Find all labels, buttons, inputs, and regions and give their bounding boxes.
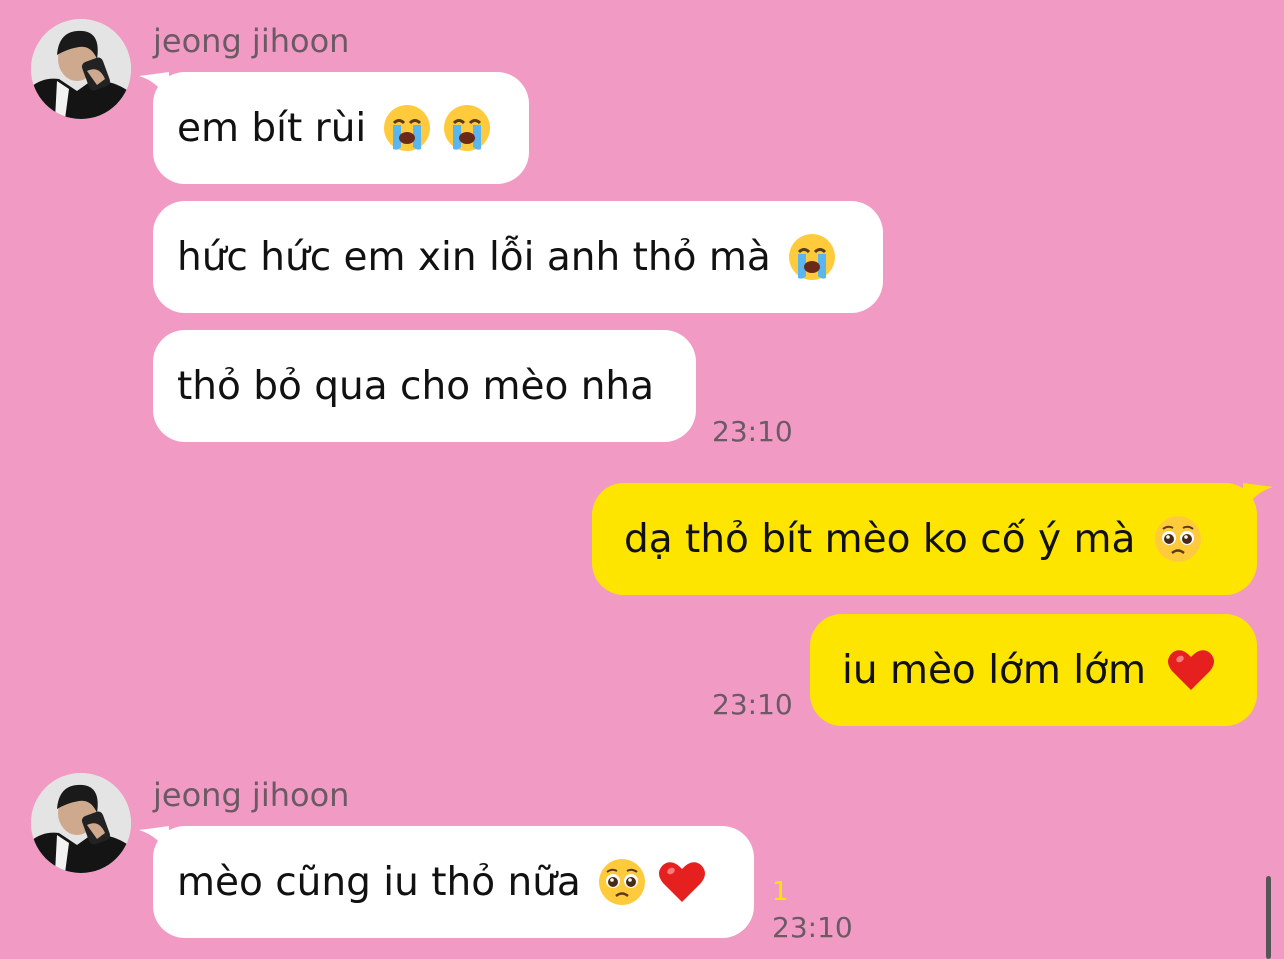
message-text: hức hức em xin lỗi anh thỏ mà — [177, 234, 771, 280]
red-heart-icon — [1166, 645, 1216, 695]
sender-name: jeong jihoon — [153, 776, 350, 814]
avatar[interactable] — [31, 19, 131, 119]
chat-area: jeong jihoon em bít rùi hức hức em xin l… — [0, 0, 1284, 959]
avatar[interactable] — [31, 773, 131, 873]
message-timestamp: 23:10 — [712, 688, 793, 721]
loudly-crying-face-icon — [382, 103, 432, 153]
message-text: dạ thỏ bít mèo ko cố ý mà — [624, 516, 1136, 562]
message-timestamp: 23:10 — [712, 415, 793, 448]
message-text: em bít rùi — [177, 105, 367, 151]
pleading-face-icon — [1153, 514, 1203, 564]
sender-name: jeong jihoon — [153, 22, 350, 60]
message-text: mèo cũng iu thỏ nữa — [177, 859, 581, 905]
pleading-face-icon — [597, 857, 647, 907]
message-bubble[interactable]: dạ thỏ bít mèo ko cố ý mà — [592, 483, 1273, 595]
unread-count: 1 — [772, 877, 789, 907]
message-timestamp: 23:10 — [772, 911, 853, 944]
message-text: iu mèo lớm lớm — [842, 647, 1146, 693]
bubble-tail — [139, 826, 169, 856]
red-heart-icon — [657, 857, 707, 907]
message-bubble[interactable]: mèo cũng iu thỏ nữa — [139, 826, 754, 938]
scrollbar[interactable] — [1266, 876, 1271, 959]
message-bubble[interactable]: em bít rùi — [139, 72, 529, 184]
message-bubble[interactable]: hức hức em xin lỗi anh thỏ mà — [153, 201, 883, 313]
loudly-crying-face-icon — [787, 232, 837, 282]
loudly-crying-face-icon — [442, 103, 492, 153]
bubble-tail — [1243, 483, 1273, 513]
message-bubble[interactable]: thỏ bỏ qua cho mèo nha — [153, 330, 696, 442]
message-text: thỏ bỏ qua cho mèo nha — [177, 363, 655, 409]
bubble-tail — [139, 72, 169, 102]
message-bubble[interactable]: iu mèo lớm lớm — [810, 614, 1257, 726]
